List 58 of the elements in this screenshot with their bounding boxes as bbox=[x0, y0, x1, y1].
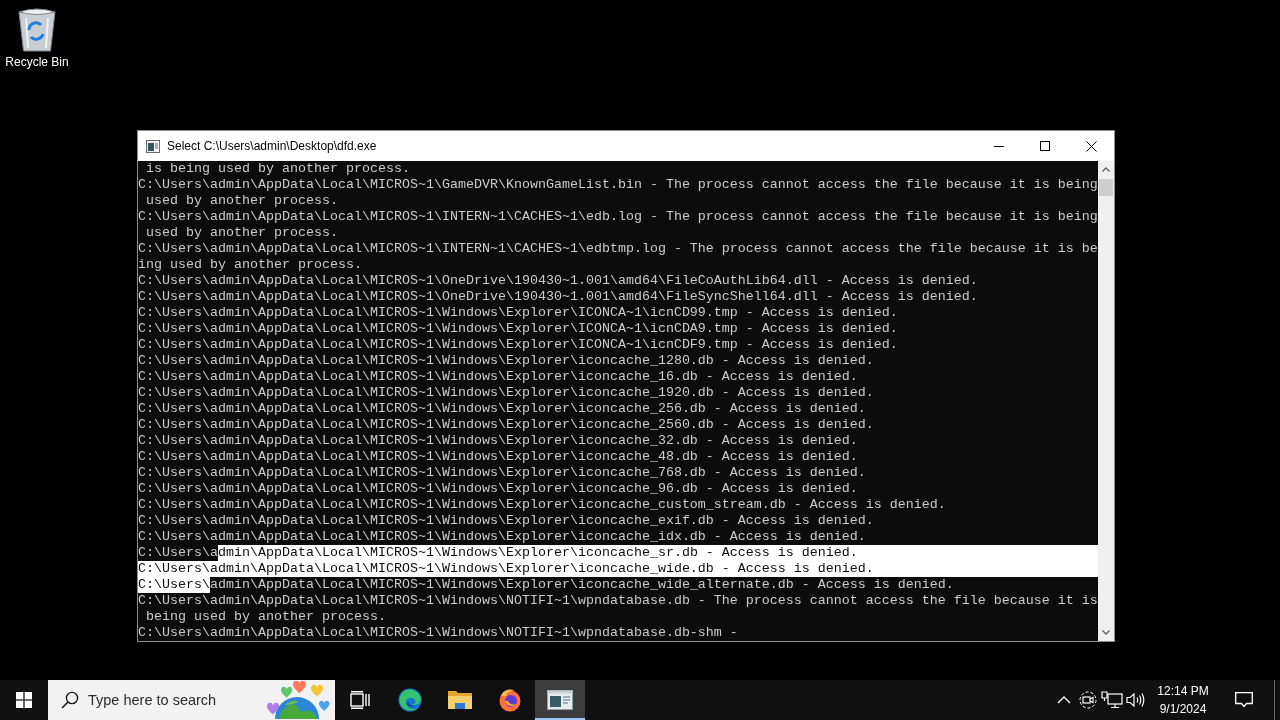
camera-icon bbox=[1079, 691, 1097, 709]
console-line: C:\Users\admin\AppData\Local\MICROS~1\Windows\Explorer\iconcache_16.db - Access is denied. bbox=[138, 369, 858, 385]
selected-text: C:\Users\ bbox=[138, 577, 210, 593]
console-line: C:\Users\admin\AppData\Local\MICROS~1\INTERN~1\CACHES~1\edb.log - The process cannot access the file because it is being bbox=[138, 209, 1098, 225]
console-line: C:\Users\admin\AppData\Local\MICROS~1\Windows\Explorer\iconcache_1920.db - Access is denied. bbox=[138, 385, 874, 401]
console-line: being used by another process. bbox=[145, 609, 386, 625]
minimize-icon bbox=[994, 145, 1004, 147]
fox-globe-icon bbox=[498, 688, 522, 712]
task-view-icon bbox=[350, 691, 370, 709]
console-line: used by another process. bbox=[145, 193, 338, 209]
console-line: C:\Users\admin\AppData\Local\MICROS~1\Windows\NOTIFI~1\wpndatabase.db-shm - bbox=[138, 625, 738, 641]
taskbar-button[interactable] bbox=[535, 680, 585, 720]
console-window-icon bbox=[146, 139, 160, 153]
network-icon bbox=[1101, 691, 1123, 709]
close-icon bbox=[1085, 140, 1097, 152]
folder-icon bbox=[447, 689, 473, 711]
chevron-down-icon bbox=[1102, 630, 1110, 635]
scrollbar[interactable] bbox=[1098, 161, 1114, 641]
console-line: C:\Users\a bbox=[138, 545, 218, 561]
search-icon bbox=[61, 691, 79, 709]
console-line: C:\Users\admin\AppData\Local\MICROS~1\Windows\Explorer\iconcache_2560.db - Access is denied. bbox=[138, 417, 874, 433]
console-line: C:\Users\admin\AppData\Local\MICROS~1\INTERN~1\CACHES~1\edbtmp.log - The process cannot access the file because it is be bbox=[138, 241, 1098, 257]
swirl-browser-icon bbox=[398, 688, 422, 712]
recycle-bin-shortcut[interactable]: Recycle Bin bbox=[2, 6, 72, 69]
chevron-up-icon bbox=[1102, 167, 1110, 172]
console-line: C:\Users\admin\AppData\Local\MICROS~1\Windows\Explorer\ICONCA~1\icnCDA9.tmp - Access is denied. bbox=[138, 321, 898, 337]
console-window-icon bbox=[547, 690, 573, 710]
console-line: C:\Users\admin\AppData\Local\MICROS~1\Windows\Explorer\iconcache_768.db - Access is denied. bbox=[138, 465, 866, 481]
console-line: used by another process. bbox=[145, 225, 338, 241]
console-line: C:\Users\admin\AppData\Local\MICROS~1\Windows\Explorer\ICONCA~1\icnCDF9.tmp - Access is denied. bbox=[138, 337, 898, 353]
speech-bubble-icon bbox=[1235, 692, 1253, 708]
selected-text: C:\Users\admin\AppData\Local\MICROS~1\Windows\Explorer\iconcache_wide.db - Access is denied. bbox=[138, 561, 1098, 577]
console-line: C:\Users\admin\AppData\Local\MICROS~1\GameDVR\KnownGameList.bin - The process cannot access the file because it is being bbox=[138, 177, 1098, 193]
console-line: C:\Users\admin\AppData\Local\MICROS~1\Windows\NOTIFI~1\wpndatabase.db - The process cannot access the file because it is bbox=[138, 593, 1098, 609]
console-line: C:\Users\admin\AppData\Local\MICROS~1\Windows\Explorer\iconcache_idx.db - Access is denied. bbox=[138, 529, 866, 545]
windows-logo-icon bbox=[16, 692, 32, 708]
console-line: C:\Users\admin\AppData\Local\MICROS~1\Windows\Explorer\iconcache_1280.db - Access is denied. bbox=[138, 353, 874, 369]
clock-button[interactable]: 12:14 PM 9/1/2024 bbox=[1148, 680, 1218, 720]
console-line: ing used by another process. bbox=[138, 257, 362, 273]
window-title: Select C:\Users\admin\Desktop\dfd.exe bbox=[167, 139, 378, 153]
console-line: is being used by another process. bbox=[145, 161, 410, 177]
console-line: C:\Users\admin\AppData\Local\MICROS~1\Windows\Explorer\iconcache_custom_stream.db - Access is denied. bbox=[138, 497, 946, 513]
console-line: C:\Users\admin\AppData\Local\MICROS~1\Windows\Explorer\iconcache_exif.db - Access is denied. bbox=[138, 513, 874, 529]
scrollbar-thumb[interactable] bbox=[1099, 179, 1113, 196]
trash-can-icon bbox=[17, 6, 57, 52]
console-line: C:\Users\admin\AppData\Local\MICROS~1\Windows\Explorer\iconcache_96.db - Access is denied. bbox=[138, 481, 858, 497]
console-line: C:\Users\admin\AppData\Local\MICROS~1\OneDrive\190430~1.001\amd64\FileCoAuthLib64.dll - Access is denied. bbox=[138, 273, 978, 289]
console-line: C:\Users\admin\AppData\Local\MICROS~1\Windows\Explorer\iconcache_48.db - Access is denied. bbox=[138, 449, 858, 465]
search-bar[interactable]: Type here to search bbox=[48, 680, 335, 720]
console-line: C:\Users\admin\AppData\Local\MICROS~1\Windows\Explorer\ICONCA~1\icnCD99.tmp - Access is denied. bbox=[138, 305, 898, 321]
console-line: C:\Users\admin\AppData\Local\MICROS~1\Windows\Explorer\iconcache_256.db - Access is denied. bbox=[138, 401, 866, 417]
search-input[interactable]: Type here to search bbox=[88, 692, 238, 708]
console-line: C:\Users\admin\AppData\Local\MICROS~1\OneDrive\190430~1.001\amd64\FileSyncShell64.dll - Access is denied. bbox=[138, 289, 978, 305]
maximize-icon bbox=[1040, 141, 1050, 151]
console-line: C:\Users\admin\AppData\Local\MICROS~1\Windows\Explorer\iconcache_32.db - Access is denied. bbox=[138, 433, 858, 449]
speaker-icon bbox=[1126, 692, 1146, 708]
chevron-up-icon bbox=[1057, 696, 1071, 704]
console-line: admin\AppData\Local\MICROS~1\Windows\Explorer\iconcache_wide_alternate.db - Access is denied. bbox=[210, 577, 954, 593]
